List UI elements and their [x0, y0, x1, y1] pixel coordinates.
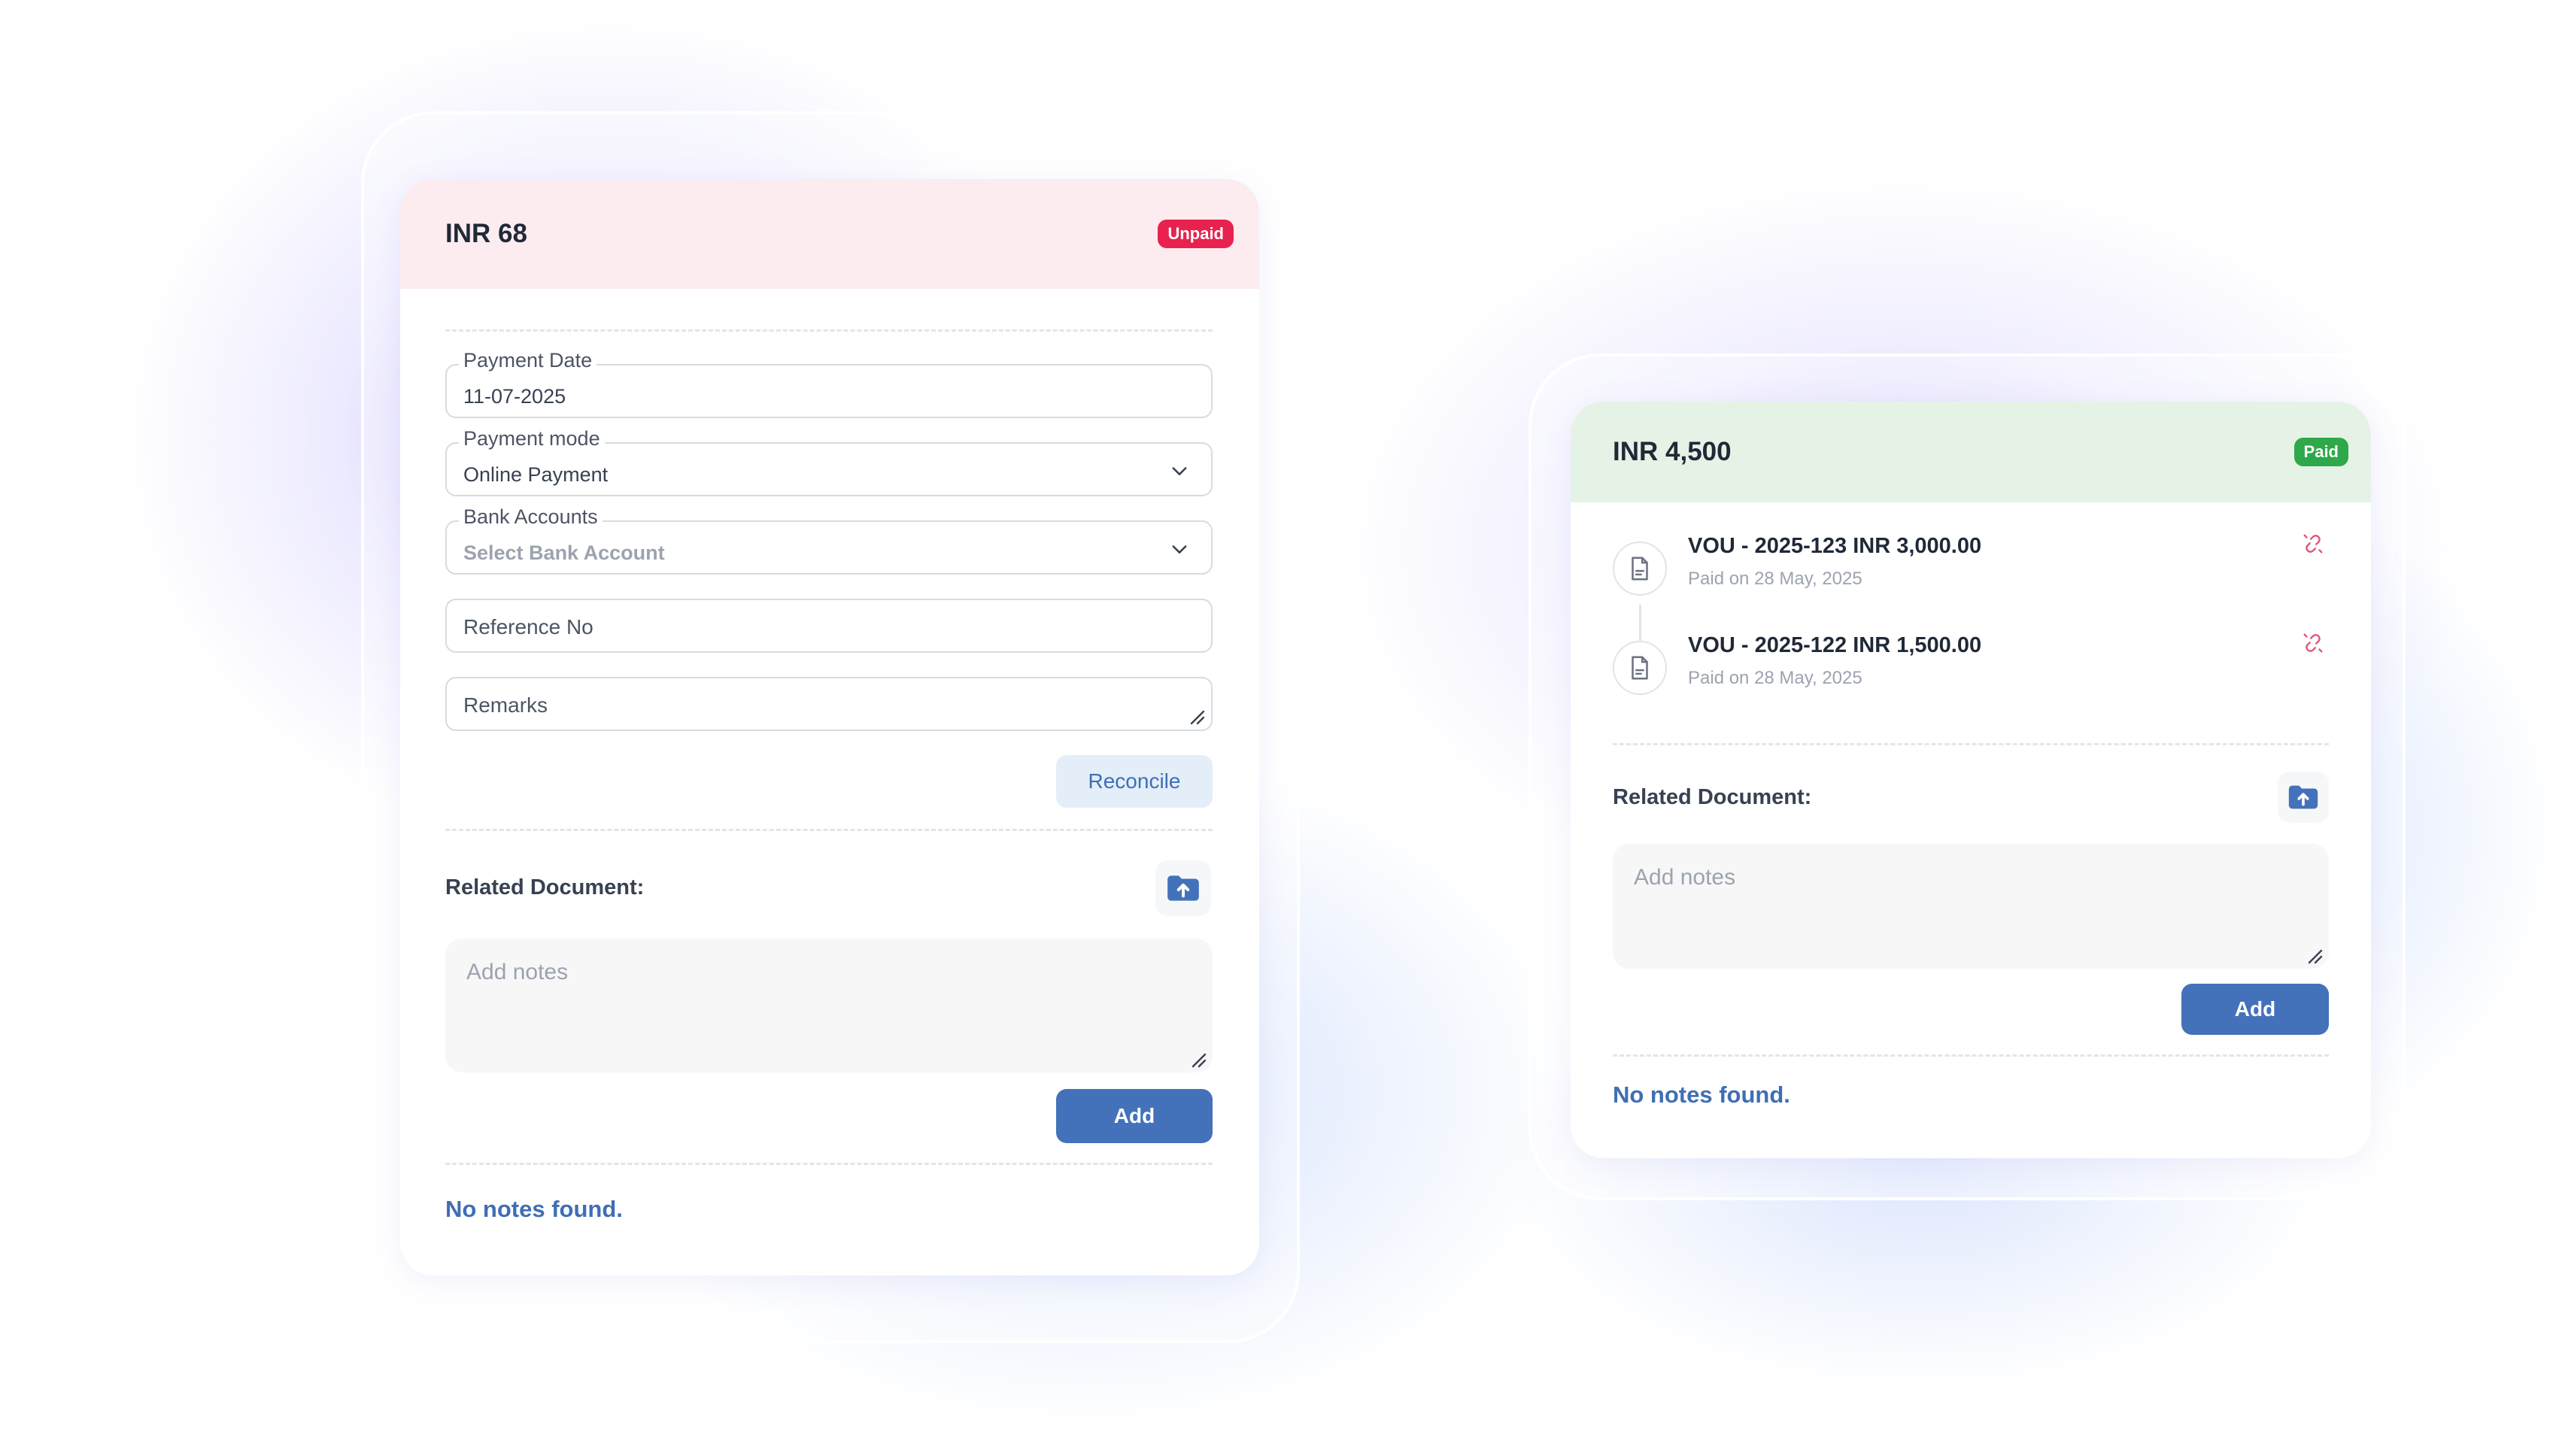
resize-handle-icon[interactable]	[1188, 1050, 1207, 1068]
reconcile-button[interactable]: Reconcile	[1056, 755, 1213, 808]
bank-accounts-label: Bank Accounts	[459, 505, 603, 529]
left-payment-card: INR 68 Unpaid Payment Date 11-07-2025 Pa…	[400, 179, 1259, 1276]
upload-document-button[interactable]	[1155, 860, 1211, 916]
voucher-paid-date: Paid on 28 May, 2025	[1688, 668, 1862, 688]
notes-placeholder: Add notes	[466, 960, 569, 984]
notes-placeholder: Add notes	[1634, 865, 1736, 890]
payment-mode-label: Payment mode	[459, 427, 605, 450]
folder-upload-icon	[2288, 785, 2318, 809]
upload-document-button[interactable]	[2278, 772, 2329, 823]
no-notes-message: No notes found.	[1613, 1081, 1790, 1108]
bank-accounts-placeholder: Select Bank Account	[463, 541, 665, 564]
divider	[445, 1163, 1213, 1165]
payment-date-field[interactable]: Payment Date 11-07-2025	[445, 349, 1213, 418]
no-notes-message: No notes found.	[445, 1196, 623, 1222]
payment-amount: INR 4,500	[1613, 437, 1732, 466]
payment-amount: INR 68	[445, 219, 527, 248]
payment-mode-select[interactable]: Payment mode Online Payment	[445, 427, 1213, 496]
folder-upload-icon	[1167, 875, 1199, 901]
notes-textarea[interactable]: Add notes	[445, 939, 1213, 1072]
chevron-down-icon	[1172, 467, 1187, 475]
voucher-title: VOU - 2025-123 INR 3,000.00	[1688, 534, 1982, 558]
divider	[1613, 1054, 2329, 1057]
related-document-label: Related Document:	[445, 875, 645, 899]
document-icon	[1632, 557, 1648, 581]
bank-accounts-select[interactable]: Bank Accounts Select Bank Account	[445, 505, 1213, 575]
unlink-icon[interactable]	[2300, 630, 2326, 656]
status-badge: Unpaid	[1158, 220, 1234, 248]
add-note-button[interactable]: Add	[1056, 1089, 1213, 1143]
voucher-paid-date: Paid on 28 May, 2025	[1688, 569, 1862, 589]
remarks-placeholder: Remarks	[463, 693, 548, 717]
add-note-button[interactable]: Add	[2181, 984, 2329, 1035]
reference-no-input[interactable]: Reference No	[445, 599, 1213, 653]
remarks-textarea[interactable]: Remarks	[445, 677, 1213, 731]
divider	[445, 829, 1213, 831]
related-document-label: Related Document:	[1613, 785, 1812, 809]
divider	[1613, 743, 2329, 745]
payment-mode-value: Online Payment	[463, 463, 609, 486]
right-payment-card: INR 4,500 Paid VOU - 2025-123 INR 3,000.…	[1571, 402, 2371, 1158]
payment-date-value: 11-07-2025	[463, 385, 566, 408]
payment-date-label: Payment Date	[459, 349, 597, 372]
status-badge: Paid	[2293, 438, 2348, 466]
notes-textarea[interactable]: Add notes	[1613, 844, 2329, 969]
voucher-document-icon	[1613, 541, 1667, 596]
chevron-down-icon	[1172, 545, 1187, 554]
resize-handle-icon[interactable]	[1187, 707, 1205, 725]
voucher-title: VOU - 2025-122 INR 1,500.00	[1688, 633, 1982, 657]
voucher-document-icon	[1613, 641, 1667, 695]
unlink-icon[interactable]	[2300, 531, 2326, 557]
reference-no-placeholder: Reference No	[463, 615, 593, 639]
resize-handle-icon[interactable]	[2305, 946, 2323, 964]
divider	[445, 329, 1213, 332]
right-card-header: INR 4,500 Paid	[1571, 402, 2371, 502]
document-icon	[1632, 656, 1648, 680]
left-card-header: INR 68 Unpaid	[400, 179, 1259, 289]
